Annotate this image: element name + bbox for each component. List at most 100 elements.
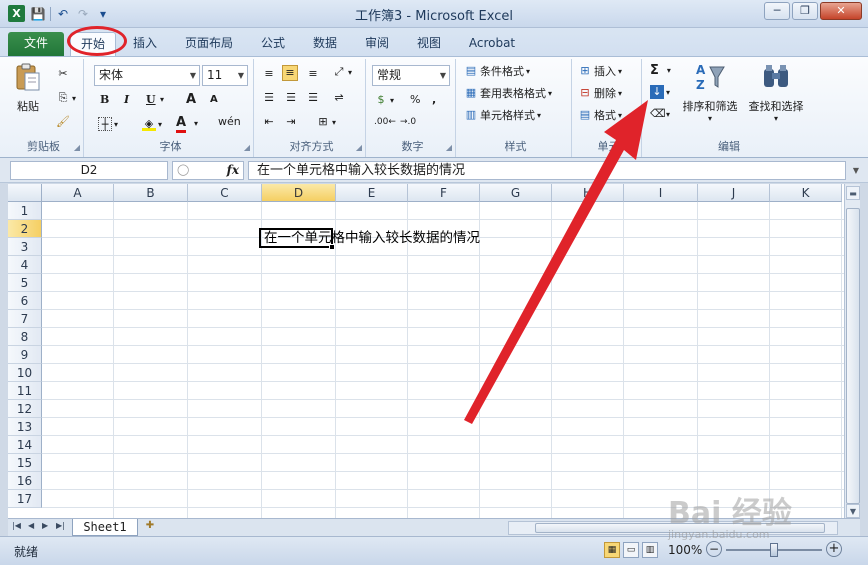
format-painter-icon[interactable]: 🖌 xyxy=(56,115,70,129)
row-header-13[interactable]: 13 xyxy=(8,418,42,436)
comma-button[interactable]: , xyxy=(432,93,436,106)
split-box-icon[interactable]: ▬ xyxy=(846,186,860,200)
zoom-slider-thumb[interactable] xyxy=(770,543,778,557)
row-header-3[interactable]: 3 xyxy=(8,238,42,256)
tab-page-layout[interactable]: 页面布局 xyxy=(178,32,240,56)
name-box[interactable]: D2 xyxy=(10,161,168,180)
delete-cells-button[interactable]: ⊟ 删除 ▾ xyxy=(578,85,622,101)
page-break-view-icon[interactable]: ▥ xyxy=(642,542,658,558)
last-sheet-icon[interactable]: ▶| xyxy=(56,521,65,530)
number-launcher-icon[interactable]: ◢ xyxy=(446,143,452,152)
tab-view[interactable]: 视图 xyxy=(410,32,448,56)
vertical-scrollbar[interactable]: ▬ ▼ xyxy=(844,184,860,518)
column-header-k[interactable]: K xyxy=(770,184,842,202)
tab-formulas[interactable]: 公式 xyxy=(254,32,292,56)
copy-icon[interactable]: ⎘ ▾ xyxy=(56,91,76,105)
column-header-j[interactable]: J xyxy=(698,184,770,202)
wrap-text-icon[interactable]: ⇌ xyxy=(332,91,346,105)
align-bottom-icon[interactable]: ≡ xyxy=(306,67,320,81)
next-sheet-icon[interactable]: ▶ xyxy=(42,521,48,530)
shrink-font-button[interactable]: A xyxy=(210,94,218,105)
normal-view-icon[interactable]: ▦ xyxy=(604,542,620,558)
row-header-12[interactable]: 12 xyxy=(8,400,42,418)
underline-dropdown-icon[interactable]: ▾ xyxy=(160,95,164,104)
font-size-combo[interactable]: 11 ▼ xyxy=(202,65,248,86)
increase-decimal-icon[interactable]: .00← xyxy=(374,117,396,127)
tab-insert[interactable]: 插入 xyxy=(126,32,164,56)
row-header-5[interactable]: 5 xyxy=(8,274,42,292)
worksheet-grid[interactable]: A B C D E F G H I J K 1 2 3 4 5 6 7 8 9 10 11 12 13 14 15 16 17 在一个单… xyxy=(8,184,844,518)
align-top-icon[interactable]: ≡ xyxy=(262,67,276,81)
zoom-out-button[interactable]: − xyxy=(706,541,722,557)
grow-font-button[interactable]: A xyxy=(186,92,196,107)
sort-filter-button[interactable]: A Z 排序和筛选 ▾ xyxy=(676,61,744,123)
row-header-9[interactable]: 9 xyxy=(8,346,42,364)
row-header-8[interactable]: 8 xyxy=(8,328,42,346)
tab-review[interactable]: 审阅 xyxy=(358,32,396,56)
vertical-scroll-thumb[interactable] xyxy=(846,208,860,504)
tab-file[interactable]: 文件 xyxy=(8,32,64,56)
row-header-10[interactable]: 10 xyxy=(8,364,42,382)
number-format-combo[interactable]: 常规 ▼ xyxy=(372,65,450,86)
prev-sheet-icon[interactable]: ◀ xyxy=(28,521,34,530)
row-header-11[interactable]: 11 xyxy=(8,382,42,400)
insert-function-button[interactable]: fx xyxy=(227,163,239,177)
percent-button[interactable]: % xyxy=(410,93,420,106)
currency-icon[interactable]: $ ▾ xyxy=(374,93,395,107)
row-header-7[interactable]: 7 xyxy=(8,310,42,328)
insert-sheet-icon[interactable]: ✚ xyxy=(142,520,158,535)
row-header-6[interactable]: 6 xyxy=(8,292,42,310)
column-header-i[interactable]: I xyxy=(624,184,698,202)
sheet-tab-sheet1[interactable]: Sheet1 xyxy=(72,519,138,536)
row-header-4[interactable]: 4 xyxy=(8,256,42,274)
font-color-button[interactable]: A xyxy=(176,115,187,133)
fill-button[interactable]: ↓ ▾ xyxy=(650,85,670,99)
row-header-17[interactable]: 17 xyxy=(8,490,42,508)
merge-center-icon[interactable]: ⊞ ▾ xyxy=(316,115,336,129)
format-as-table-button[interactable]: ▦ 套用表格格式 ▾ xyxy=(464,85,552,101)
column-header-c[interactable]: C xyxy=(188,184,262,202)
find-select-button[interactable]: 查找和选择 ▾ xyxy=(744,61,808,123)
orientation-icon[interactable]: ⤢ ▾ xyxy=(332,65,352,79)
decrease-indent-icon[interactable]: ⇤ xyxy=(262,115,276,129)
minimize-button[interactable]: ─ xyxy=(764,2,790,20)
bold-button[interactable]: B xyxy=(100,93,109,106)
italic-button[interactable]: I xyxy=(124,93,129,106)
column-header-h[interactable]: H xyxy=(552,184,624,202)
expand-formula-icon[interactable]: ▼ xyxy=(850,162,862,179)
restore-button[interactable]: ❐ xyxy=(792,2,818,20)
alignment-launcher-icon[interactable]: ◢ xyxy=(356,143,362,152)
align-left-icon[interactable]: ☰ xyxy=(262,91,276,105)
font-color-dropdown-icon[interactable]: ▾ xyxy=(194,119,198,128)
insert-cells-button[interactable]: ⊞ 插入 ▾ xyxy=(578,63,622,79)
borders-icon[interactable]: ┼ ▾ xyxy=(98,117,118,131)
format-cells-button[interactable]: ▤ 格式 ▾ xyxy=(578,107,622,123)
underline-button[interactable]: U xyxy=(146,93,156,106)
column-header-a[interactable]: A xyxy=(42,184,114,202)
font-name-combo[interactable]: 宋体 ▼ xyxy=(94,65,200,86)
select-all-corner[interactable] xyxy=(8,184,42,202)
close-button[interactable]: ✕ xyxy=(820,2,862,20)
page-layout-view-icon[interactable]: ▭ xyxy=(623,542,639,558)
autosum-button[interactable]: Σ ▾ xyxy=(650,63,671,78)
column-header-g[interactable]: G xyxy=(480,184,552,202)
zoom-in-button[interactable]: + xyxy=(826,541,842,557)
first-sheet-icon[interactable]: |◀ xyxy=(12,521,21,530)
formula-input[interactable]: 在一个单元格中输入较长数据的情况 xyxy=(248,161,846,180)
conditional-formatting-button[interactable]: ▤ 条件格式 ▾ xyxy=(464,63,530,79)
font-launcher-icon[interactable]: ◢ xyxy=(244,143,250,152)
row-header-2[interactable]: 2 xyxy=(8,220,42,238)
column-header-f[interactable]: F xyxy=(408,184,480,202)
increase-indent-icon[interactable]: ⇥ xyxy=(284,115,298,129)
tab-acrobat[interactable]: Acrobat xyxy=(462,32,522,56)
decrease-decimal-icon[interactable]: →.0 xyxy=(400,117,416,127)
clear-button[interactable]: ⌫ ▾ xyxy=(650,107,670,121)
phonetic-button[interactable]: wén xyxy=(218,115,241,128)
column-header-e[interactable]: E xyxy=(336,184,408,202)
paste-button[interactable]: 粘贴 xyxy=(8,61,48,114)
row-header-15[interactable]: 15 xyxy=(8,454,42,472)
scroll-down-icon[interactable]: ▼ xyxy=(846,504,860,518)
align-middle-icon[interactable]: ≡ xyxy=(282,65,298,81)
formula-cancel-icon[interactable]: ◯ xyxy=(177,163,189,176)
zoom-level[interactable]: 100% xyxy=(668,543,702,557)
